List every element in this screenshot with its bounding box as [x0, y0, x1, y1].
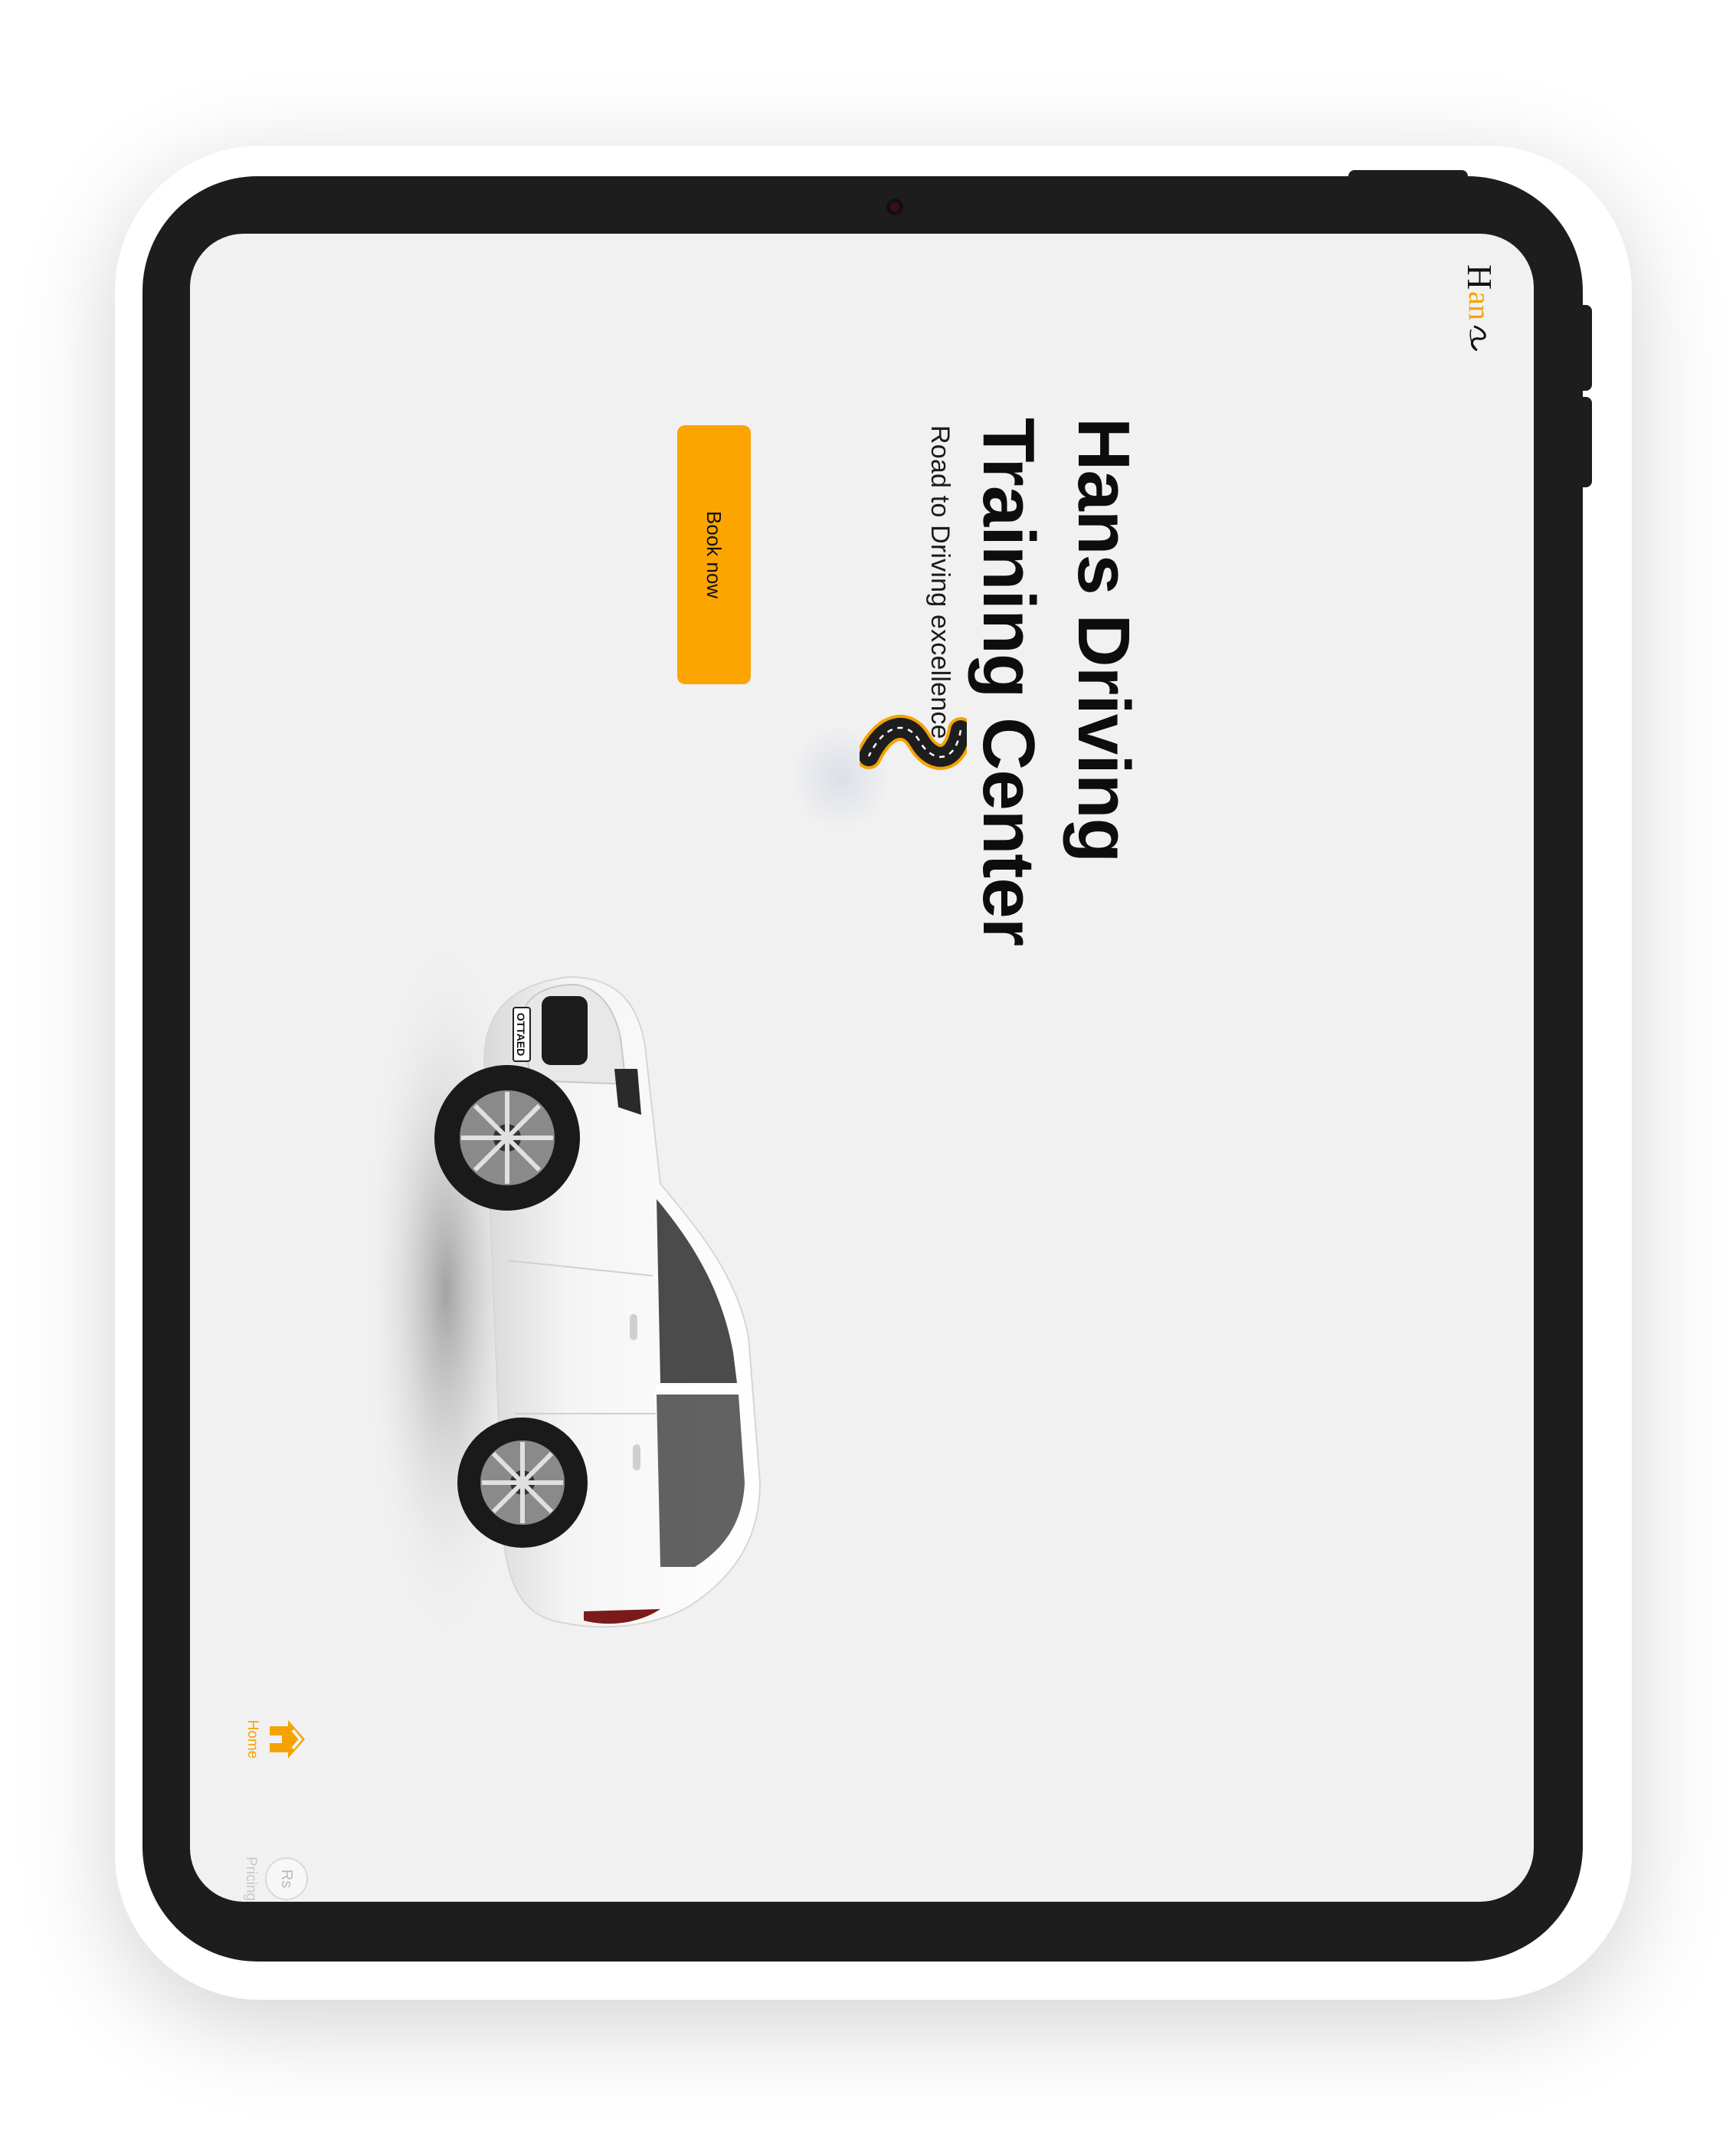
- nav-label-home: Home: [244, 1719, 260, 1759]
- brand-logo[interactable]: H an: [1459, 264, 1500, 352]
- camera-icon: [886, 198, 903, 215]
- license-plate: OTTAED: [515, 1013, 527, 1057]
- book-now-button[interactable]: Book now: [677, 425, 751, 684]
- car-image: OTTAED: [362, 954, 762, 1644]
- nav-item-home[interactable]: Home: [244, 1717, 308, 1762]
- logo-rest: an: [1462, 291, 1497, 320]
- nav-item-pricing[interactable]: Rs Pricing: [242, 1857, 308, 1901]
- bottom-nav: Home Rs Pricing: [193, 1674, 339, 1902]
- tablet-screen: H an Hans Driving Training Center Road t…: [190, 234, 1534, 1902]
- logo-letter: H: [1460, 264, 1499, 290]
- page-title: Hans Driving Training Center: [968, 418, 1145, 946]
- front-wheel: [434, 1065, 580, 1211]
- landing-page: H an Hans Driving Training Center Road t…: [190, 234, 1534, 1902]
- swoosh-logo-icon: [1470, 325, 1487, 352]
- nav-label-pricing: Pricing: [243, 1857, 259, 1902]
- home-icon: [270, 1720, 305, 1758]
- rear-wheel: [457, 1417, 588, 1548]
- tagline: Road to Driving excellence: [925, 425, 955, 739]
- rupee-badge-icon: Rs: [265, 1857, 308, 1901]
- road-icon: [860, 715, 967, 770]
